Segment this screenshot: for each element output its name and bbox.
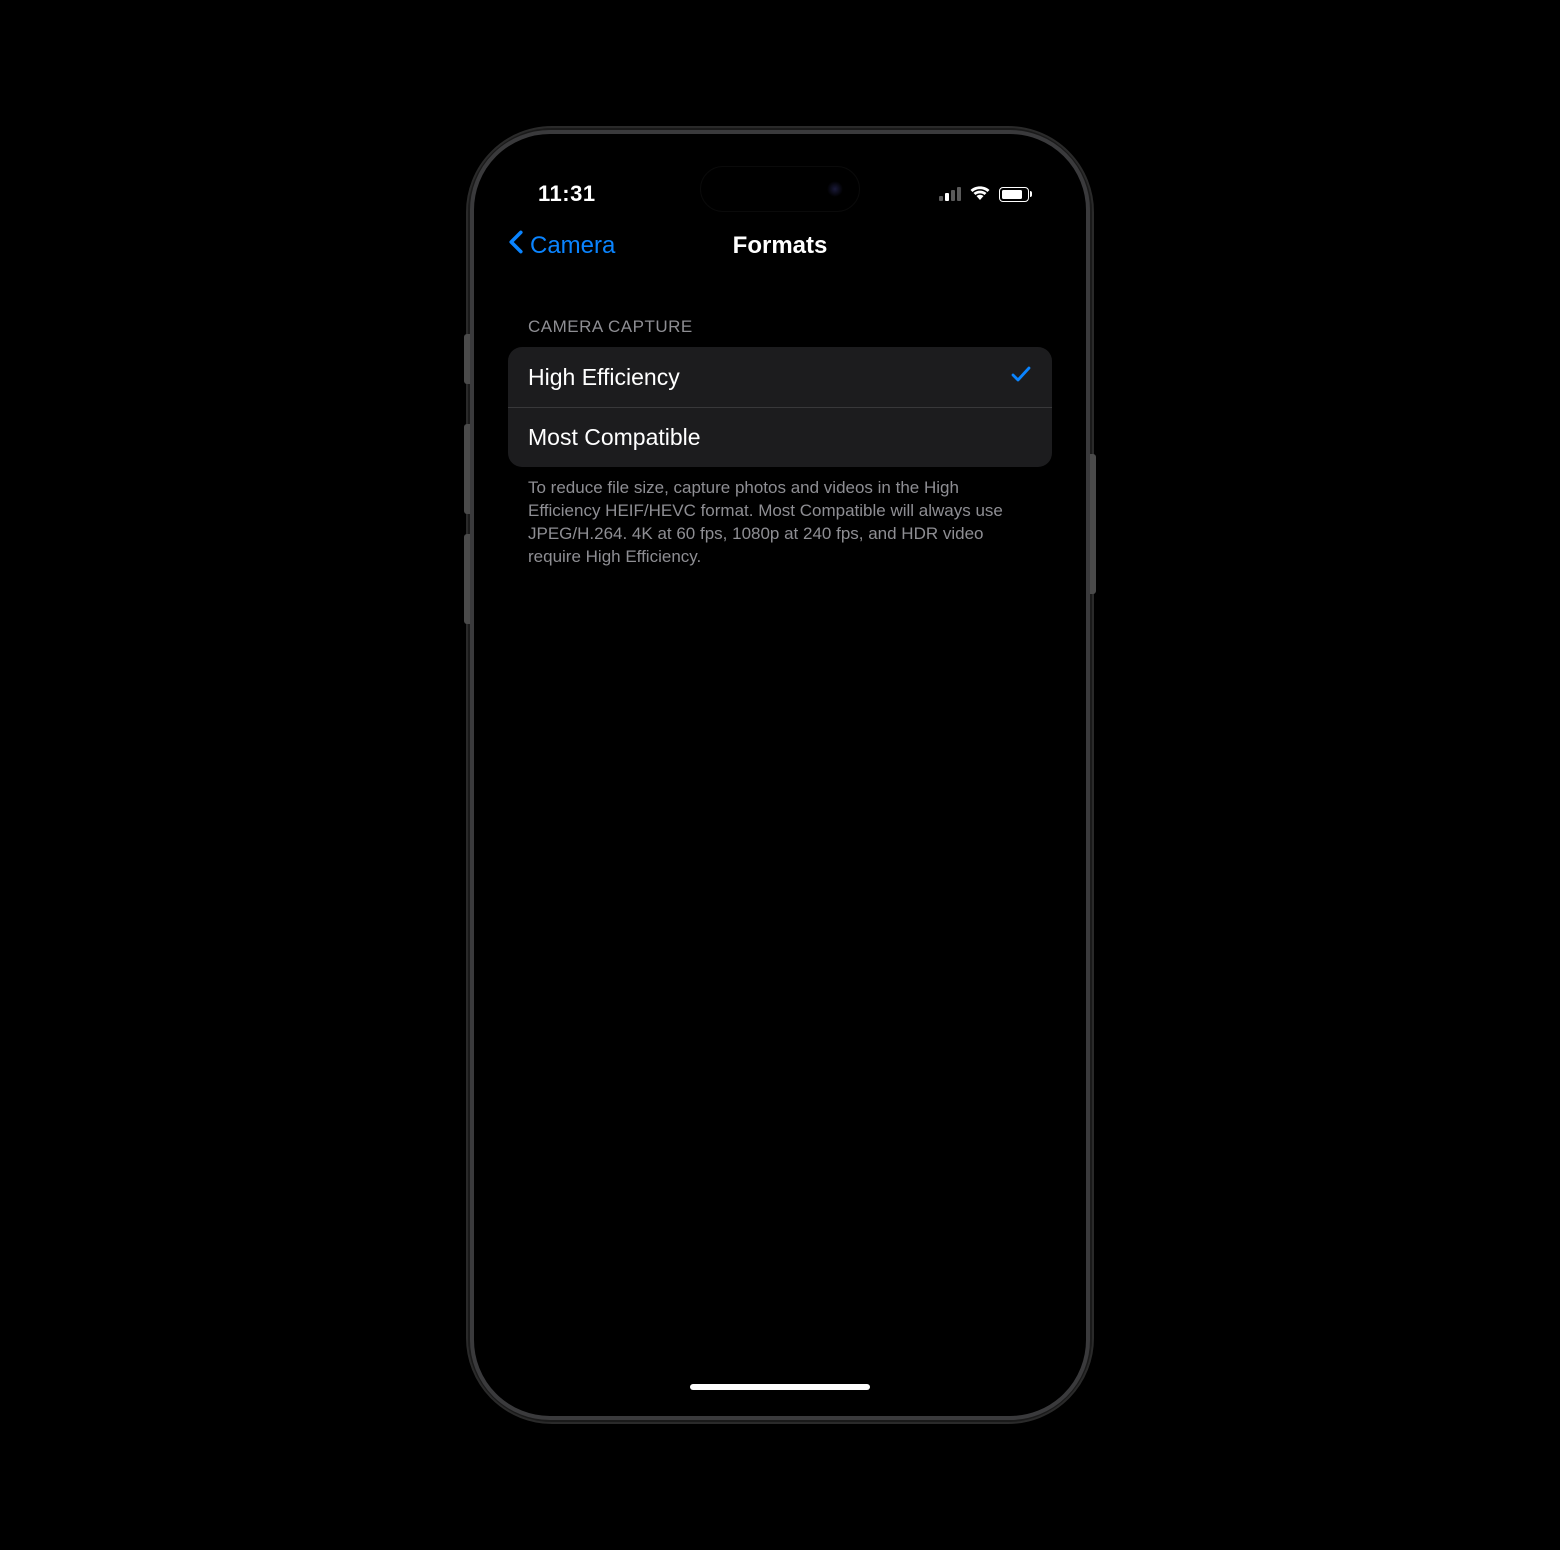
option-most-compatible[interactable]: Most Compatible — [508, 407, 1052, 467]
status-time: 11:31 — [538, 181, 596, 207]
option-label: High Efficiency — [528, 364, 680, 391]
option-label: Most Compatible — [528, 424, 701, 451]
cellular-signal-icon — [939, 187, 961, 201]
option-high-efficiency[interactable]: High Efficiency — [508, 347, 1052, 407]
dynamic-island — [700, 166, 860, 212]
back-button-label: Camera — [530, 232, 615, 260]
checkmark-icon — [1010, 363, 1032, 391]
volume-up-button — [464, 424, 470, 514]
wifi-icon — [969, 184, 991, 205]
chevron-left-icon — [508, 230, 524, 261]
home-indicator[interactable] — [690, 1384, 870, 1390]
section-header: CAMERA CAPTURE — [508, 275, 1052, 347]
navigation-bar: Camera Formats — [488, 218, 1072, 275]
silent-switch — [464, 334, 470, 384]
phone-frame: 11:31 — [470, 130, 1090, 1420]
battery-icon — [999, 187, 1032, 202]
power-button — [1090, 454, 1096, 594]
volume-down-button — [464, 534, 470, 624]
front-camera-icon — [827, 181, 843, 197]
screen: 11:31 — [488, 148, 1072, 1402]
back-button[interactable]: Camera — [508, 230, 615, 261]
content: CAMERA CAPTURE High Efficiency Most Comp… — [488, 275, 1072, 569]
section-footer: To reduce file size, capture photos and … — [508, 467, 1052, 569]
page-title: Formats — [733, 232, 828, 260]
camera-capture-list: High Efficiency Most Compatible — [508, 347, 1052, 467]
status-icons — [939, 184, 1032, 205]
